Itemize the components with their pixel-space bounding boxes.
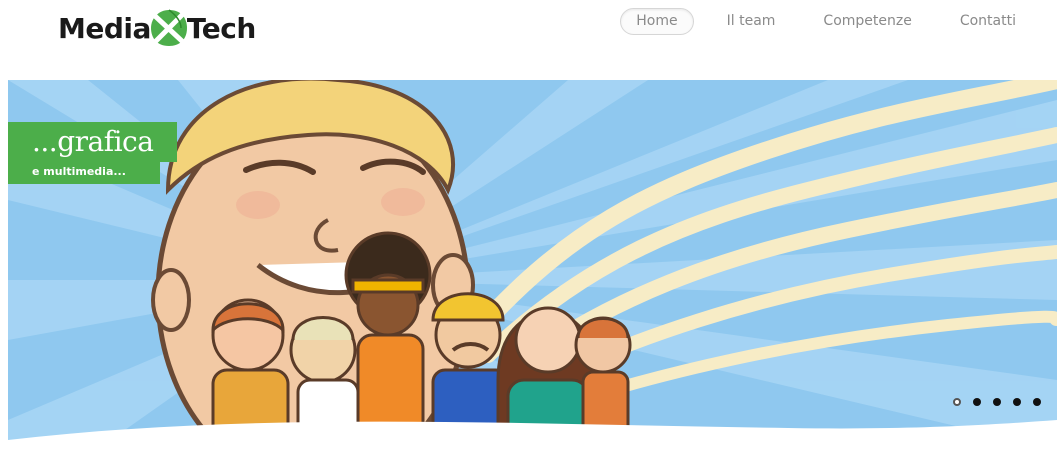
site-header: Media Tech Home Il team Competenze Conta… xyxy=(0,0,1057,80)
x-leaf-logo-mark-icon xyxy=(149,8,189,48)
slider-dot-2[interactable] xyxy=(973,398,981,406)
slider-pagination xyxy=(953,398,1041,406)
hero-slider[interactable]: ...grafica e multimedia... xyxy=(8,80,1057,470)
slider-dot-5[interactable] xyxy=(1033,398,1041,406)
logo[interactable]: Media Tech xyxy=(58,8,256,48)
nav-item-contatti[interactable]: Contatti xyxy=(945,9,1031,34)
nav-item-home[interactable]: Home xyxy=(620,8,694,35)
slide-caption: ...grafica e multimedia... xyxy=(8,122,178,184)
slider-dot-4[interactable] xyxy=(1013,398,1021,406)
main-nav: Home Il team Competenze Contatti xyxy=(602,8,1031,35)
slide-caption-title: ...grafica xyxy=(8,122,178,162)
slider-dot-3[interactable] xyxy=(993,398,1001,406)
nav-item-competenze[interactable]: Competenze xyxy=(808,9,926,34)
page: Media Tech Home Il team Competenze Conta… xyxy=(0,0,1057,470)
logo-text-left: Media xyxy=(58,11,151,45)
slider-dot-1[interactable] xyxy=(953,398,961,406)
nav-item-il-team[interactable]: Il team xyxy=(712,9,791,34)
logo-text-right: Tech xyxy=(186,11,256,45)
slide-caption-subtitle: e multimedia... xyxy=(8,162,160,184)
